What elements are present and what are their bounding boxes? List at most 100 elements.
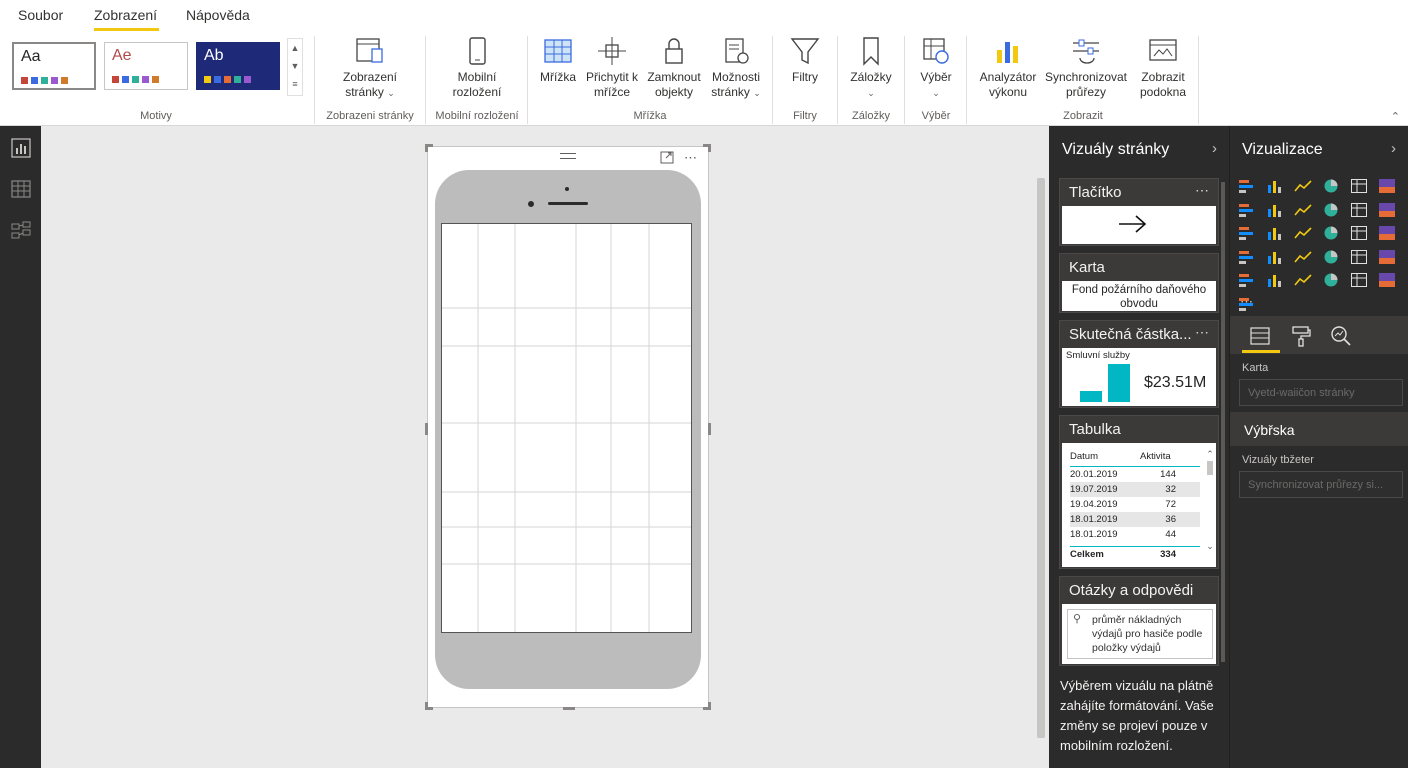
visual-type-icon[interactable]: [1238, 249, 1266, 273]
table-scrollbar[interactable]: ⌃ ⌄: [1206, 449, 1214, 559]
visual-type-icon[interactable]: [1266, 225, 1294, 249]
visual-type-icon[interactable]: [1238, 202, 1266, 226]
visual-type-icon[interactable]: [1238, 225, 1266, 249]
pane-scrollbar[interactable]: [1221, 182, 1225, 662]
visual-type-icon[interactable]: [1350, 249, 1378, 273]
chevron-down-icon[interactable]: ▼: [288, 57, 302, 75]
gridlines-button[interactable]: Mřížka: [537, 36, 579, 85]
table-preview: Datum Aktivita 20.01.2019 144 19.07.2019 3…: [1062, 443, 1216, 567]
visual-card-button[interactable]: Tlačítko ⋯: [1059, 178, 1219, 246]
drag-handle-icon[interactable]: [560, 153, 576, 159]
resize-handle[interactable]: [425, 144, 428, 152]
visual-card-actual-amount[interactable]: Skutečná částka... ⋯ Smluvní služby $23.…: [1059, 320, 1219, 408]
selection-icon: [923, 38, 949, 64]
data-view-icon[interactable]: [11, 179, 31, 199]
visual-type-icon[interactable]: [1294, 249, 1322, 273]
qa-input[interactable]: ⚲ průměr nákladných výdajů pro hasiče po…: [1067, 609, 1213, 659]
filters-button[interactable]: Filtry: [782, 36, 828, 85]
visual-type-icon[interactable]: [1378, 272, 1406, 296]
visual-type-icon[interactable]: [1322, 202, 1350, 226]
model-view-icon[interactable]: [11, 221, 31, 241]
section-label-card: Karta: [1242, 362, 1269, 374]
visual-type-icon[interactable]: [1350, 202, 1378, 226]
visual-type-icon[interactable]: [1266, 249, 1294, 273]
visual-type-icon[interactable]: [1294, 178, 1322, 202]
visual-type-icon[interactable]: [1378, 249, 1406, 273]
chevron-right-icon[interactable]: ›: [1212, 140, 1217, 157]
theme-1[interactable]: Aa: [12, 42, 96, 90]
snap-to-grid-button[interactable]: Přichytit k mřížce: [582, 36, 642, 100]
selection-button[interactable]: Výběr ⌄: [912, 36, 960, 101]
more-options-icon[interactable]: ⋯: [1195, 324, 1210, 341]
more-visuals-icon[interactable]: ⋯: [1240, 294, 1254, 310]
phone-screen-grid[interactable]: [441, 223, 692, 633]
lock-objects-button[interactable]: Zamknout objekty: [644, 36, 704, 100]
visual-card-qa[interactable]: Otázky a odpovědi ⚲ průměr nákladných vý…: [1059, 576, 1219, 666]
visual-type-icon[interactable]: [1350, 272, 1378, 296]
visual-type-icon[interactable]: [1322, 249, 1350, 273]
theme-2[interactable]: Ae: [104, 42, 188, 90]
visual-type-icon[interactable]: [1350, 225, 1378, 249]
resize-handle[interactable]: [425, 702, 428, 710]
page-view-button[interactable]: Zobrazení stránky ⌄: [330, 36, 410, 101]
menu-help[interactable]: Nápověda: [186, 7, 250, 23]
show-panes-button[interactable]: Zobrazit podokna: [1134, 36, 1192, 100]
resize-handle[interactable]: [425, 423, 428, 435]
page-field-well[interactable]: Vyetd-waiičon stránky: [1239, 379, 1403, 406]
visual-card-title: Tabulka: [1069, 421, 1121, 438]
expand-gallery-icon[interactable]: ≡: [288, 75, 302, 93]
visual-card-card[interactable]: Karta Fond požárního daňového obvodu: [1059, 253, 1219, 313]
visual-type-icon[interactable]: [1294, 272, 1322, 296]
sync-label-1: Synchronizovat: [1044, 70, 1128, 84]
table-row: 18.01.2019 36: [1070, 512, 1200, 527]
resize-handle[interactable]: [708, 702, 711, 710]
visual-type-icon[interactable]: [1294, 225, 1322, 249]
selection-label: Výběr: [920, 70, 952, 84]
visual-card-table[interactable]: Tabulka Datum Aktivita 20.01.2019 144 19.…: [1059, 415, 1219, 569]
bookmarks-button[interactable]: Záložky ⌄: [845, 36, 897, 101]
focus-mode-icon[interactable]: [660, 151, 674, 164]
menu-file[interactable]: Soubor: [18, 7, 63, 23]
visual-type-icon[interactable]: [1266, 272, 1294, 296]
performance-analyzer-button[interactable]: Analyzátor výkonu: [975, 36, 1041, 100]
resize-handle[interactable]: [563, 707, 575, 710]
analytics-icon[interactable]: [1330, 325, 1352, 347]
resize-handle[interactable]: [708, 144, 711, 152]
visual-type-icon[interactable]: [1238, 272, 1266, 296]
visual-type-icon[interactable]: [1322, 272, 1350, 296]
sync-slicers-button[interactable]: Synchronizovat průřezy: [1042, 36, 1130, 100]
lock-label-1: Zamknout: [647, 70, 701, 84]
visual-type-icon[interactable]: [1322, 178, 1350, 202]
visual-type-icon[interactable]: [1266, 178, 1294, 202]
more-options-icon[interactable]: ⋯: [684, 150, 697, 166]
resize-handle[interactable]: [708, 423, 711, 435]
menu-view[interactable]: Zobrazení: [94, 7, 157, 23]
collapse-ribbon-icon[interactable]: ⌃: [1391, 110, 1400, 123]
visual-type-icon[interactable]: [1378, 202, 1406, 226]
page-options-button[interactable]: Možnosti stránky ⌄: [706, 36, 766, 101]
report-view-icon[interactable]: [11, 138, 31, 158]
fields-icon[interactable]: [1249, 326, 1271, 346]
visual-type-icon[interactable]: [1322, 225, 1350, 249]
visual-type-icon[interactable]: [1266, 202, 1294, 226]
visual-type-icon[interactable]: [1350, 178, 1378, 202]
canvas-scrollbar[interactable]: [1037, 178, 1045, 738]
filter-icon: [790, 38, 820, 65]
visual-type-icon[interactable]: [1378, 225, 1406, 249]
visual-type-icon[interactable]: [1238, 178, 1266, 202]
page-options-label-2: stránky: [711, 85, 750, 99]
more-options-icon[interactable]: ⋯: [1195, 182, 1210, 199]
paint-roller-icon[interactable]: [1290, 325, 1312, 347]
chevron-up-icon[interactable]: ▲: [288, 39, 302, 57]
table-row: 19.07.2019 32: [1070, 482, 1200, 497]
mobile-layout-button[interactable]: Mobilní rozložení: [441, 36, 513, 100]
visual-type-icon[interactable]: [1378, 178, 1406, 202]
visual-type-icon[interactable]: [1294, 202, 1322, 226]
theme-3[interactable]: Ab: [196, 42, 280, 90]
sync-slicers-field-well[interactable]: Synchronizovat průřezy si...: [1239, 471, 1403, 498]
themes-scroll[interactable]: ▲ ▼ ≡: [287, 38, 303, 96]
chevron-right-icon[interactable]: ›: [1391, 140, 1396, 157]
mobile-layout-frame[interactable]: ⋯: [425, 144, 711, 710]
chevron-down-icon[interactable]: ⌄: [1206, 541, 1214, 552]
chevron-up-icon[interactable]: ⌃: [1206, 449, 1214, 460]
